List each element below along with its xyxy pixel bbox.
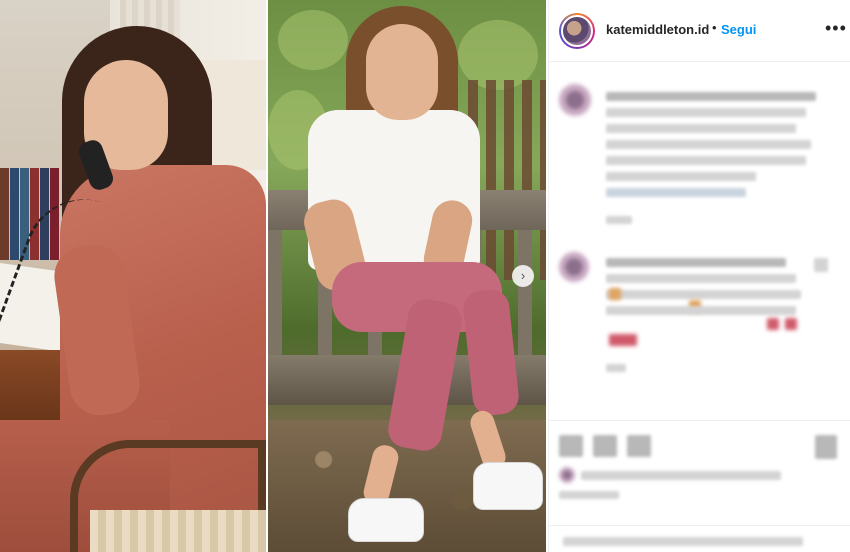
bookmark-icon[interactable] (815, 435, 837, 459)
photo-bench[interactable]: › (268, 0, 546, 552)
blurred-hashtags (606, 188, 746, 197)
blurred-comment-line (606, 274, 796, 283)
blurred-avatar (559, 252, 589, 282)
profile-avatar-ring[interactable] (559, 13, 595, 49)
post-header: katemiddleton.id • Segui ••• (549, 0, 850, 62)
like-icon[interactable] (559, 435, 583, 457)
blurred-caption-line (606, 124, 796, 133)
blurred-emoji (609, 334, 637, 346)
foliage (278, 10, 348, 70)
username-link[interactable]: katemiddleton.id (606, 22, 709, 37)
blurred-likes-line (581, 471, 781, 480)
separator-dot: • (712, 20, 717, 35)
post-sidebar: katemiddleton.id • Segui ••• (548, 0, 850, 552)
avatar[interactable] (561, 15, 593, 47)
woman-face (366, 24, 438, 120)
carousel-next-button[interactable]: › (512, 265, 534, 287)
blurred-caption-line (606, 92, 816, 101)
post-actions-footer (549, 420, 850, 552)
more-options-icon[interactable]: ••• (825, 18, 847, 39)
striped-cushion (90, 510, 266, 552)
blurred-timestamp (606, 364, 626, 372)
blurred-comment-line (606, 306, 796, 315)
white-sneaker (348, 498, 424, 542)
follow-button[interactable]: Segui (721, 22, 756, 37)
blurred-comment-line (606, 258, 786, 267)
blurred-caption-line (606, 108, 806, 117)
blurred-like-icon (814, 258, 828, 272)
blurred-caption-line (606, 172, 756, 181)
blurred-comment-input[interactable] (563, 537, 803, 546)
comment-icon[interactable] (593, 435, 617, 457)
blurred-liker-avatar (559, 467, 575, 483)
blurred-caption-line (606, 140, 811, 149)
chevron-right-icon: › (520, 268, 526, 283)
blurred-timestamp (606, 216, 632, 224)
white-sneaker (473, 462, 543, 510)
blurred-comment-line (606, 290, 801, 299)
blurred-date (559, 491, 619, 499)
photo-phone-call (0, 0, 266, 552)
share-icon[interactable] (627, 435, 651, 457)
blurred-emoji (609, 288, 621, 300)
blurred-avatar (559, 84, 591, 116)
divider (549, 525, 850, 526)
blurred-emoji (785, 318, 797, 330)
blurred-emoji (767, 318, 779, 330)
blurred-caption-line (606, 156, 806, 165)
